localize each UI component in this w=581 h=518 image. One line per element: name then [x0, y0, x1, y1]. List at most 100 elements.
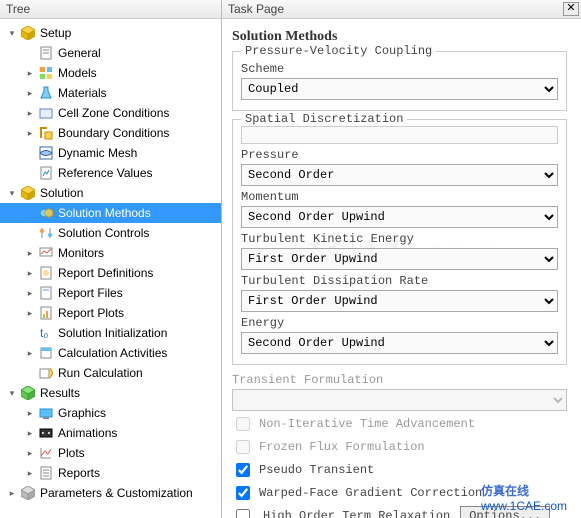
models-icon	[38, 65, 54, 81]
tree-item-label: Run Calculation	[58, 366, 149, 380]
chevron-right-icon[interactable]: ▸	[6, 487, 18, 499]
chevron-right-icon[interactable]: ▸	[24, 347, 36, 359]
tdr-label: Turbulent Dissipation Rate	[241, 274, 558, 288]
pseudo-row[interactable]: Pseudo Transient	[232, 460, 567, 480]
tree-item-animations[interactable]: ▸Animations	[0, 423, 221, 443]
tree-item-solmethods[interactable]: Solution Methods	[0, 203, 221, 223]
footer-link[interactable]: 仿真在线 www.1CAE.com	[481, 482, 567, 513]
tke-label: Turbulent Kinetic Energy	[241, 232, 558, 246]
scheme-label: Scheme	[241, 62, 558, 76]
twisty-placeholder	[24, 47, 36, 59]
chevron-right-icon[interactable]: ▸	[24, 267, 36, 279]
groupbox-spatial: Spatial Discretization Pressure Second O…	[232, 119, 567, 365]
tree-item-label: Reports	[58, 466, 106, 480]
tree-item-params[interactable]: ▸Parameters & Customization	[0, 483, 221, 503]
tree-item-solution[interactable]: ▾ Solution	[0, 183, 221, 203]
chevron-down-icon[interactable]: ▾	[6, 27, 18, 39]
tree-item-label: Graphics	[58, 406, 112, 420]
transient-select	[232, 389, 567, 411]
tree-item-setup[interactable]: ▾Setup	[0, 23, 221, 43]
pressure-select[interactable]: Second Order	[241, 164, 558, 186]
footer-url[interactable]: www.1CAE.com	[481, 499, 567, 513]
tree-item-models[interactable]: ▸Models	[0, 63, 221, 83]
chevron-right-icon[interactable]: ▸	[24, 307, 36, 319]
chevron-right-icon[interactable]: ▸	[24, 427, 36, 439]
tree-item-dynmesh[interactable]: Dynamic Mesh	[0, 143, 221, 163]
pseudo-label: Pseudo Transient	[259, 463, 374, 477]
nita-label: Non-Iterative Time Advancement	[259, 417, 475, 431]
section-heading: Solution Methods	[232, 29, 567, 45]
chevron-down-icon[interactable]: ▾	[6, 187, 18, 199]
chevron-right-icon[interactable]: ▸	[24, 287, 36, 299]
tree-item-bc[interactable]: ▸Boundary Conditions	[0, 123, 221, 143]
tree-item-label: Solution	[40, 186, 89, 200]
plots-icon	[38, 445, 54, 461]
calcact-icon	[38, 345, 54, 361]
tree-item-czc[interactable]: ▸Cell Zone Conditions	[0, 103, 221, 123]
chevron-right-icon[interactable]: ▸	[24, 107, 36, 119]
tree-item-refvals[interactable]: Reference Values	[0, 163, 221, 183]
frozen-flux-checkbox	[236, 440, 250, 454]
warped-checkbox[interactable]	[236, 486, 250, 500]
tree-item-results[interactable]: ▾Results	[0, 383, 221, 403]
tree-item-reports[interactable]: ▸ Reports	[0, 463, 221, 483]
momentum-select[interactable]: Second Order Upwind	[241, 206, 558, 228]
frozen-flux-label: Frozen Flux Formulation	[259, 440, 425, 454]
refvals-icon	[38, 165, 54, 181]
spatial-scrollable-spacer	[241, 126, 558, 144]
materials-icon	[38, 85, 54, 101]
cube-green-icon	[20, 385, 36, 401]
czc-icon	[38, 105, 54, 121]
tree-item-label: Solution Initialization	[58, 326, 173, 340]
scheme-select[interactable]: Coupled	[241, 78, 558, 100]
tree-item-repdef[interactable]: ▸Report Definitions	[0, 263, 221, 283]
tree-item-runcalc[interactable]: Run Calculation	[0, 363, 221, 383]
tree-item-graphics[interactable]: ▸ Graphics	[0, 403, 221, 423]
monitors-icon	[38, 245, 54, 261]
tree-item-repplots[interactable]: ▸ Report Plots	[0, 303, 221, 323]
pseudo-checkbox[interactable]	[236, 463, 250, 477]
tree-item-calcact[interactable]: ▸Calculation Activities	[0, 343, 221, 363]
tke-select[interactable]: First Order Upwind	[241, 248, 558, 270]
cube-gray-icon	[20, 485, 36, 501]
animations-icon	[38, 425, 54, 441]
close-button[interactable]: ✕	[563, 2, 579, 16]
hotr-label: High Order Term Relaxation	[263, 509, 450, 518]
chevron-right-icon[interactable]: ▸	[24, 87, 36, 99]
tree-item-label: Dynamic Mesh	[58, 146, 143, 160]
chevron-right-icon[interactable]: ▸	[24, 407, 36, 419]
tree-item-label: Report Plots	[58, 306, 130, 320]
tree-item-repfiles[interactable]: ▸Report Files	[0, 283, 221, 303]
tdr-select[interactable]: First Order Upwind	[241, 290, 558, 312]
chevron-right-icon[interactable]: ▸	[24, 447, 36, 459]
tree-item-plots[interactable]: ▸Plots	[0, 443, 221, 463]
energy-select[interactable]: Second Order Upwind	[241, 332, 558, 354]
footer-zh: 仿真在线	[481, 484, 529, 498]
tree-item-solinit[interactable]: Solution Initialization	[0, 323, 221, 343]
twisty-placeholder	[24, 147, 36, 159]
tree-item-general[interactable]: General	[0, 43, 221, 63]
chevron-right-icon[interactable]: ▸	[24, 467, 36, 479]
energy-label: Energy	[241, 316, 558, 330]
pv-coupling-legend: Pressure-Velocity Coupling	[241, 44, 436, 58]
tree-item-solcontrols[interactable]: Solution Controls	[0, 223, 221, 243]
repplots-icon	[38, 305, 54, 321]
tree-item-monitors[interactable]: ▸ Monitors	[0, 243, 221, 263]
tree-item-materials[interactable]: ▸Materials	[0, 83, 221, 103]
cube-yellow-icon	[20, 25, 36, 41]
hotr-checkbox[interactable]	[236, 509, 250, 518]
tree-item-label: Solution Controls	[58, 226, 155, 240]
chevron-right-icon[interactable]: ▸	[24, 67, 36, 79]
dynmesh-icon	[38, 145, 54, 161]
twisty-placeholder	[24, 207, 36, 219]
momentum-label: Momentum	[241, 190, 558, 204]
chevron-right-icon[interactable]: ▸	[24, 127, 36, 139]
cube-yellow-icon	[20, 185, 36, 201]
tree-item-label: General	[58, 46, 107, 60]
chevron-down-icon[interactable]: ▾	[6, 387, 18, 399]
tree-title: Tree	[0, 0, 221, 19]
tree-item-label: Monitors	[58, 246, 110, 260]
frozen-flux-row: Frozen Flux Formulation	[232, 437, 567, 457]
chevron-right-icon[interactable]: ▸	[24, 247, 36, 259]
nita-row: Non-Iterative Time Advancement	[232, 414, 567, 434]
